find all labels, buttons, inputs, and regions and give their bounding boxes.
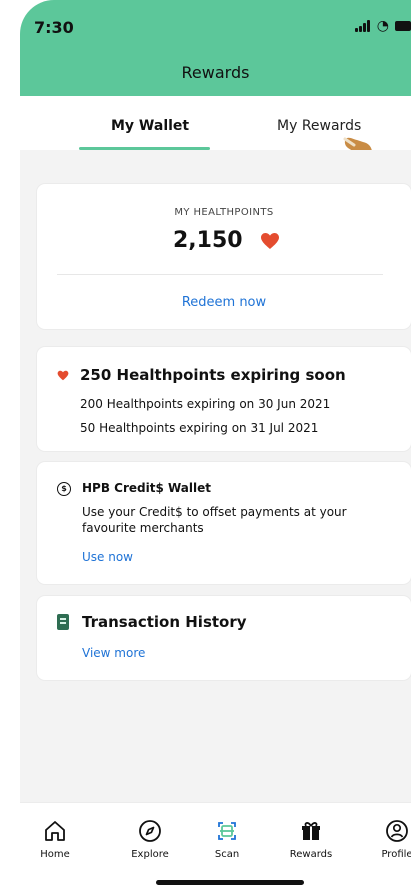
- heart-icon: [57, 370, 69, 381]
- nav-scan-label: Scan: [214, 849, 240, 860]
- expiring-healthpoints-card: 250 Healthpoints expiring soon 200 Healt…: [37, 347, 411, 451]
- nav-explore-label: Explore: [131, 849, 169, 860]
- nav-profile-label: Profile: [381, 849, 411, 860]
- heart-icon: [261, 233, 279, 249]
- wifi-icon: ◔: [376, 18, 389, 34]
- redeem-now-link[interactable]: Redeem now: [37, 295, 411, 310]
- transaction-history-card: Transaction History View more: [37, 596, 411, 680]
- credit-wallet-card: $ HPB Credit$ Wallet Use your Credit$ to…: [37, 462, 411, 584]
- nav-explore[interactable]: Explore: [115, 818, 185, 860]
- healthpoints-label: MY HEALTHPOINTS: [174, 207, 274, 218]
- nav-rewards-label: Rewards: [289, 849, 333, 860]
- status-icons: ◔: [354, 18, 411, 34]
- home-indicator: [156, 880, 304, 885]
- use-now-link[interactable]: Use now: [82, 550, 133, 564]
- nav-rewards[interactable]: Rewards: [276, 818, 346, 860]
- nav-scan[interactable]: Scan: [192, 818, 262, 860]
- page-title: Rewards: [181, 63, 250, 82]
- view-more-link[interactable]: View more: [82, 646, 145, 660]
- expiring-detail-1: 200 Healthpoints expiring on 30 Jun 2021: [80, 397, 331, 411]
- healthpoints-divider: [57, 274, 383, 275]
- nav-home[interactable]: Home: [20, 818, 90, 860]
- expiring-detail-2: 50 Healthpoints expiring on 31 Jul 2021: [80, 421, 319, 435]
- healthpoints-card: MY HEALTHPOINTS 2,150 Redeem now: [37, 184, 411, 329]
- signal-icon: [354, 20, 371, 32]
- tab-my-wallet[interactable]: My Wallet: [111, 118, 189, 134]
- gift-icon: [302, 822, 320, 840]
- dollar-circle-icon: $: [57, 482, 71, 496]
- battery-icon: [395, 21, 411, 31]
- compass-icon: [139, 820, 161, 842]
- credit-wallet-description: Use your Credit$ to offset payments at y…: [82, 505, 347, 535]
- nav-home-label: Home: [40, 849, 70, 860]
- transaction-history-title: Transaction History: [82, 613, 247, 631]
- home-icon: [45, 821, 65, 841]
- profile-icon: [386, 820, 408, 842]
- nav-profile[interactable]: Profile: [362, 818, 411, 860]
- healthpoints-value: 2,150: [173, 228, 243, 253]
- receipt-icon: [57, 614, 69, 630]
- expiring-title: 250 Healthpoints expiring soon: [80, 366, 346, 384]
- mobile-screen: 7:30 ◔ Rewards My Wallet My Rewards MY H…: [0, 0, 411, 894]
- status-time: 7:30: [34, 18, 74, 37]
- credit-wallet-title: HPB Credit$ Wallet: [82, 481, 211, 495]
- scan-icon: [218, 822, 236, 840]
